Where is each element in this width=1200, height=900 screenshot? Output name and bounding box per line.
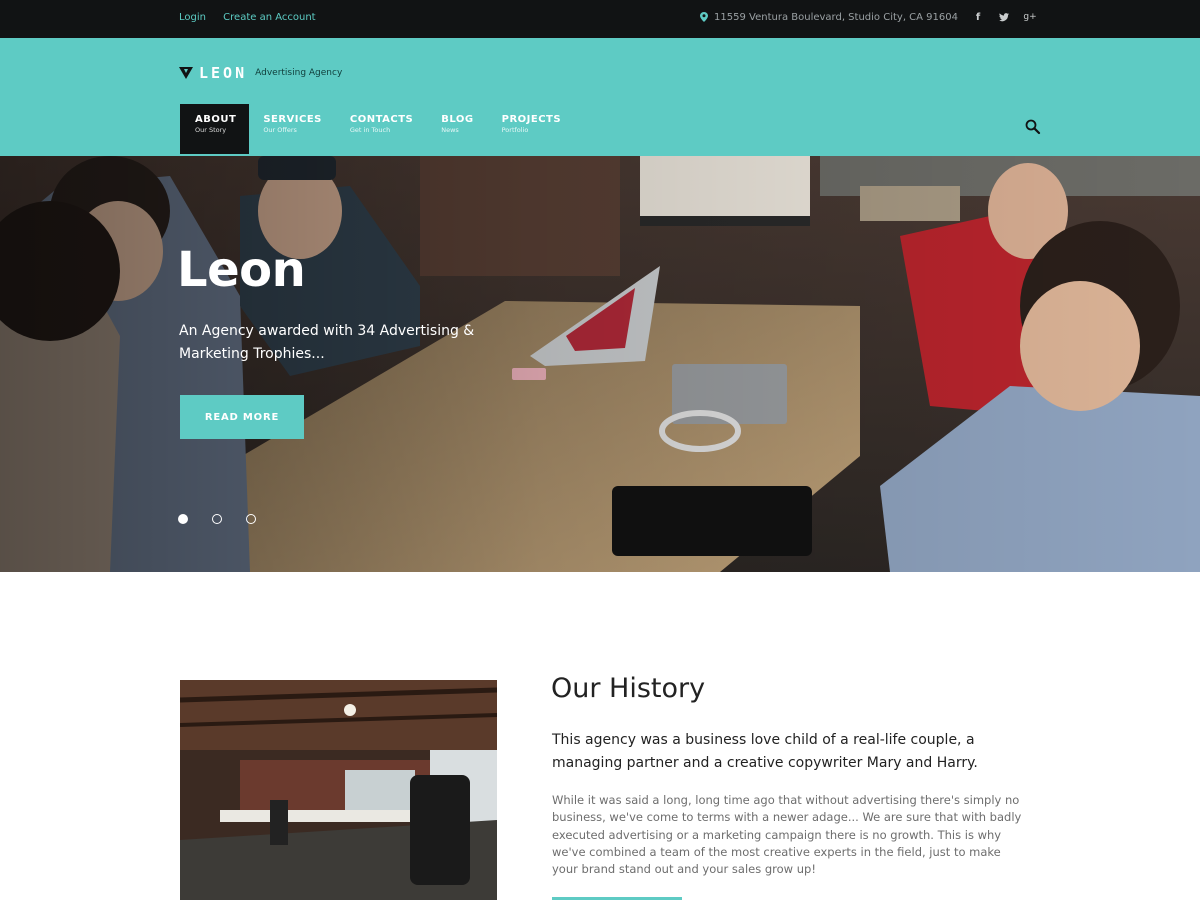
location-pin-icon <box>700 12 709 22</box>
main-nav: ABOUT Our Story SERVICES Our Offers CONT… <box>180 104 575 154</box>
logo-tagline: Advertising Agency <box>255 68 343 78</box>
hero-slider: Leon An Agency awarded with 34 Advertisi… <box>0 156 1200 572</box>
read-more-button[interactable]: READ MORE <box>180 395 304 439</box>
account-links: Login Create an Account <box>179 12 330 23</box>
slide-dot-1[interactable] <box>178 514 188 524</box>
nav-title: ABOUT <box>195 114 237 125</box>
hero-subtitle: An Agency awarded with 34 Advertising & … <box>179 323 475 362</box>
nav-item-projects[interactable]: PROJECTS Portfolio <box>488 104 575 154</box>
nav-subtitle: Get in Touch <box>349 126 391 134</box>
history-heading: Our History <box>551 673 706 704</box>
nav-title: BLOG <box>441 114 474 125</box>
nav-subtitle: Our Offers <box>263 126 297 134</box>
slide-dot-3[interactable] <box>246 514 256 524</box>
top-bar: Login Create an Account 11559 Ventura Bo… <box>0 0 1200 38</box>
address-text: 11559 Ventura Boulevard, Studio City, CA… <box>714 11 958 23</box>
nav-title: SERVICES <box>263 114 322 125</box>
logo-mark-icon <box>179 67 193 79</box>
nav-item-blog[interactable]: BLOG News <box>427 104 487 154</box>
history-lead: This agency was a business love child of… <box>552 732 978 771</box>
slide-dot-2[interactable] <box>212 514 222 524</box>
twitter-icon[interactable] <box>998 11 1010 23</box>
search-icon[interactable] <box>1025 119 1041 135</box>
login-link[interactable]: Login <box>179 12 206 23</box>
nav-subtitle: News <box>441 126 459 134</box>
nav-subtitle: Portfolio <box>501 126 529 134</box>
contact-social: 11559 Ventura Boulevard, Studio City, CA… <box>700 11 1037 23</box>
google-plus-icon[interactable]: g+ <box>1023 11 1036 23</box>
logo[interactable]: LEON Advertising Agency <box>179 64 342 82</box>
nav-title: PROJECTS <box>501 114 562 125</box>
site-header: LEON Advertising Agency ABOUT Our Story … <box>0 38 1200 156</box>
facebook-icon[interactable]: f <box>972 11 984 23</box>
nav-item-services[interactable]: SERVICES Our Offers <box>249 104 336 154</box>
nav-item-about[interactable]: ABOUT Our Story <box>180 104 250 154</box>
hero-title: Leon <box>177 242 306 298</box>
nav-item-contacts[interactable]: CONTACTS Get in Touch <box>336 104 427 154</box>
history-body: While it was said a long, long time ago … <box>552 793 1022 877</box>
office-photo <box>180 680 497 900</box>
create-account-link[interactable]: Create an Account <box>223 12 315 23</box>
nav-title: CONTACTS <box>349 114 414 125</box>
logo-text: LEON <box>199 64 248 82</box>
nav-subtitle: Our Story <box>195 126 227 134</box>
address: 11559 Ventura Boulevard, Studio City, CA… <box>700 12 958 23</box>
slider-dots <box>178 514 256 524</box>
